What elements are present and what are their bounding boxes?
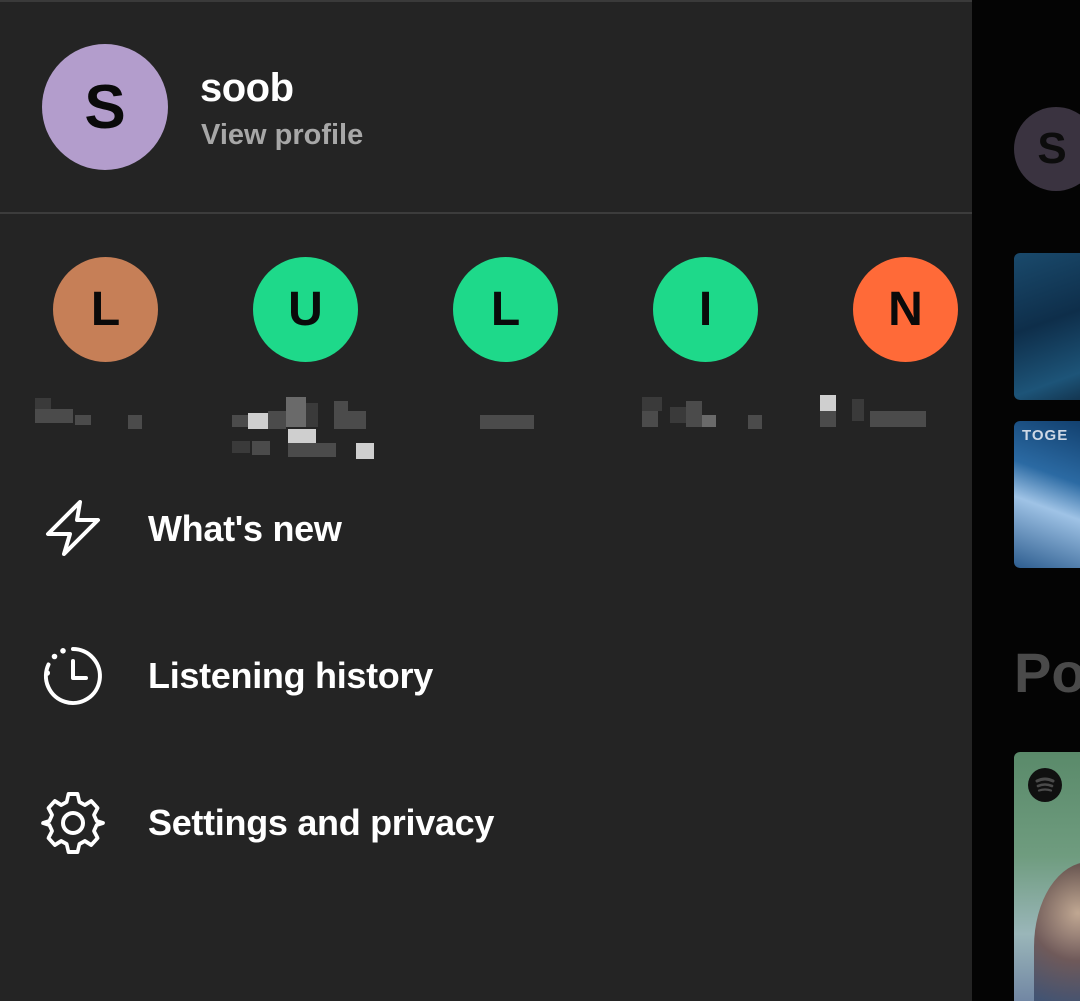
- menu-item-whats-new[interactable]: What's new: [0, 474, 972, 584]
- account-item[interactable]: N: [800, 257, 972, 457]
- clock-history-icon: [43, 647, 102, 705]
- background-profile-avatar: S: [1014, 107, 1080, 191]
- account-avatar: L: [53, 257, 158, 362]
- side-drawer: S soob View profile L U L I N What's new…: [0, 0, 972, 1001]
- lightning-icon: [46, 500, 100, 556]
- menu-label: Listening history: [148, 655, 433, 696]
- account-avatar: I: [653, 257, 758, 362]
- background-card: TOGE: [1014, 421, 1080, 568]
- background-artwork: [1034, 862, 1080, 1001]
- view-profile-link[interactable]: View profile: [201, 119, 363, 152]
- profile-name: soob: [200, 66, 294, 110]
- menu-label: What's new: [148, 508, 342, 549]
- menu-item-listening-history[interactable]: Listening history: [0, 621, 972, 731]
- account-name-redacted: [230, 385, 390, 459]
- spotify-logo-icon: [1028, 768, 1062, 802]
- background-card-text: TOGE: [1022, 427, 1069, 444]
- account-name-redacted: [430, 385, 590, 455]
- account-name-redacted: [820, 385, 972, 455]
- gear-icon: [41, 792, 105, 854]
- account-item[interactable]: L: [0, 257, 200, 457]
- menu-item-settings-and-privacy[interactable]: Settings and privacy: [0, 768, 972, 878]
- menu-label: Settings and privacy: [148, 802, 495, 843]
- account-item[interactable]: L: [400, 257, 600, 457]
- profile-avatar: S: [42, 44, 168, 170]
- background-card: [1014, 752, 1080, 1001]
- account-avatar: U: [253, 257, 358, 362]
- account-item[interactable]: U: [200, 257, 400, 459]
- account-switcher: L U L I N: [0, 214, 972, 470]
- profile-header[interactable]: S soob View profile: [0, 0, 972, 212]
- account-avatar: N: [853, 257, 958, 362]
- background-section-heading: Po: [1014, 641, 1080, 704]
- background-card: [1014, 253, 1080, 400]
- account-avatar: L: [453, 257, 558, 362]
- background-app[interactable]: S TOGE Po: [972, 0, 1080, 1001]
- account-item[interactable]: I: [600, 257, 800, 457]
- screen: S TOGE Po S soob View profile L U L I N …: [0, 0, 1080, 1001]
- account-name-redacted: [630, 385, 790, 455]
- account-name-redacted: [30, 385, 190, 455]
